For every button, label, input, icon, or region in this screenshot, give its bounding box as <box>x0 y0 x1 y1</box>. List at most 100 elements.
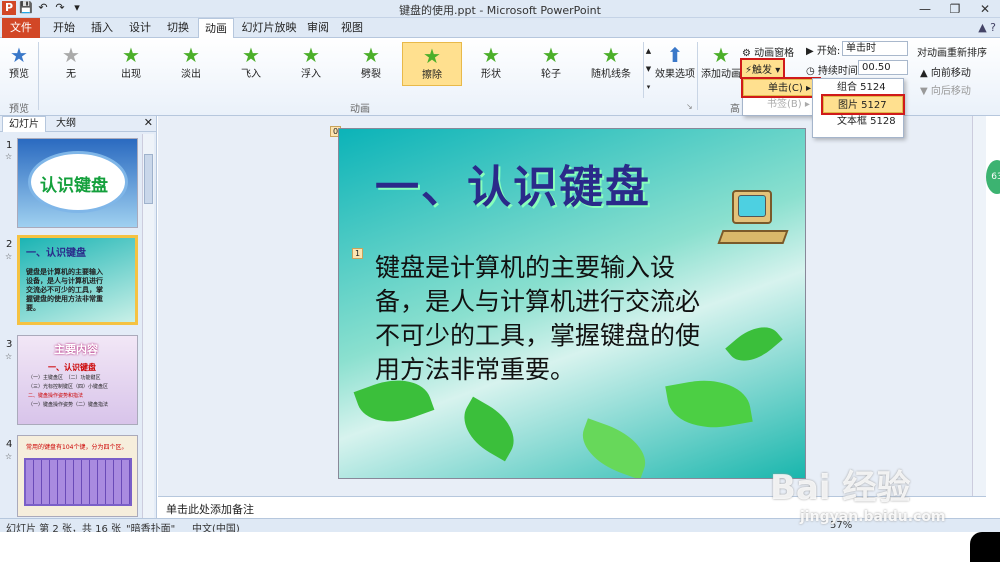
side-badge[interactable]: 63 <box>986 160 1000 194</box>
animation-random-bars[interactable]: ★ 随机线条 <box>583 42 639 86</box>
animation-fade[interactable]: ★ 淡出 <box>163 42 219 86</box>
add-animation-button[interactable]: ★ 添加动画 <box>701 42 741 86</box>
lightning-icon: ⚡ <box>745 65 753 76</box>
star-icon: ★ <box>62 43 80 67</box>
animation-wipe[interactable]: ★ 擦除 <box>402 42 462 86</box>
slide-number: 1 <box>6 140 13 151</box>
start-label: ▶ 开始: <box>806 46 841 57</box>
tab-animations[interactable]: 动画 <box>198 18 234 39</box>
minimize-icon[interactable]: — <box>910 0 940 18</box>
minimize-ribbon-icon[interactable]: ▲ <box>978 21 986 34</box>
slide-thumb-4[interactable]: 常用的键盘有104个键，分为四个区。 <box>17 435 138 517</box>
object-menu: 组合 5124 图片 5127 文本框 5128 <box>812 78 905 138</box>
tab-file[interactable]: 文件 <box>2 18 40 38</box>
animation-marker-icon: ☆ <box>5 252 13 261</box>
arrow-up-icon: ⬆ <box>666 43 684 67</box>
slide-count: 幻灯片 第 2 张，共 16 张 <box>6 524 121 532</box>
animation-marker-icon: ☆ <box>5 452 13 461</box>
menu-item-picture[interactable]: 图片 5127 <box>821 94 905 115</box>
animation-marker-icon: ☆ <box>5 152 13 161</box>
reorder-title: 对动画重新排序 <box>917 48 987 59</box>
animation-none[interactable]: ★ 无 <box>43 42 99 86</box>
animation-shape[interactable]: ★ 形状 <box>463 42 519 86</box>
scroll-thumb[interactable] <box>144 154 153 204</box>
tab-transitions[interactable]: 切换 <box>160 18 196 38</box>
duration-label: ◷ 持续时间: <box>806 66 862 77</box>
group-label-preview: 预览 <box>9 104 29 115</box>
slide-number: 4 <box>6 439 13 450</box>
animation-split[interactable]: ★ 劈裂 <box>343 42 399 86</box>
animation-wheel[interactable]: ★ 轮子 <box>523 42 579 86</box>
leaf-decoration <box>725 316 783 372</box>
restore-icon[interactable]: ❐ <box>940 0 970 18</box>
tab-home[interactable]: 开始 <box>46 18 82 38</box>
menu-item-bookmark[interactable]: 书签(B) ▸ <box>743 96 819 113</box>
canvas-scrollbar[interactable] <box>972 116 986 496</box>
window-title: 键盘的使用.ppt - Microsoft PowerPoint <box>399 4 601 17</box>
slide-canvas: 0 一、认识键盘 键盘是计算机的主要输入设备，是人与计算机进行交流必不可少的工具… <box>158 116 986 496</box>
tab-review[interactable]: 审阅 <box>302 18 334 38</box>
ribbon-tabs: 文件 开始 插入 设计 切换 动画 幻灯片放映 审阅 视图 ▲ ? <box>0 18 1000 39</box>
star-icon: ★ <box>182 43 200 67</box>
trigger-menu: 单击(C) ▸ 书签(B) ▸ <box>741 77 821 116</box>
divider <box>697 42 698 110</box>
star-icon: ★ <box>423 44 441 68</box>
leaf-decoration <box>574 418 654 478</box>
tab-insert[interactable]: 插入 <box>84 18 120 38</box>
corner-shape <box>970 532 1000 562</box>
current-slide[interactable]: 一、认识键盘 键盘是计算机的主要输入设备，是人与计算机进行交流必不可少的工具，掌… <box>338 128 806 479</box>
title-bar: P 💾 ↶ ↷ ▾ 键盘的使用.ppt - Microsoft PowerPoi… <box>0 0 1000 18</box>
move-later-button[interactable]: ▼ 向后移动 <box>920 82 971 97</box>
preview-star-icon: ★ <box>10 43 28 67</box>
tab-view[interactable]: 视图 <box>336 18 368 38</box>
keyboard-image <box>24 458 132 506</box>
language[interactable]: 中文(中国) <box>192 520 240 532</box>
close-icon[interactable]: ✕ <box>970 0 1000 18</box>
pane-icon: ⚙ <box>742 48 751 59</box>
bottom-strip <box>0 532 1000 562</box>
tab-slides[interactable]: 幻灯片 <box>2 116 46 132</box>
star-icon: ★ <box>362 43 380 67</box>
tab-slideshow[interactable]: 幻灯片放映 <box>238 18 300 38</box>
move-earlier-button[interactable]: ▲ 向前移动 <box>920 64 971 79</box>
slides-panel: 幻灯片 大纲 ✕ 1 ☆ 认识键盘 2 ☆ 一、认识键盘 键盘是计算机的主要输入… <box>0 116 157 519</box>
animation-appear[interactable]: ★ 出现 <box>103 42 159 86</box>
theme-name: "暗香扑面" <box>126 524 176 532</box>
slide-number: 2 <box>6 239 13 250</box>
computer-cartoon-image[interactable] <box>714 184 794 264</box>
star-icon: ★ <box>482 43 500 67</box>
animation-float-in[interactable]: ★ 浮入 <box>283 42 339 86</box>
star-icon: ★ <box>122 43 140 67</box>
slide-thumb-3[interactable]: 主要内容 一、认识键盘 （一）主键盘区 （二）功能键区 （三）光标控制键区（四）… <box>17 335 138 425</box>
menu-item-textbox[interactable]: 文本框 5128 <box>813 113 903 130</box>
menu-item-group[interactable]: 组合 5124 <box>813 79 903 96</box>
tab-design[interactable]: 设计 <box>122 18 158 38</box>
close-panel-icon[interactable]: ✕ <box>144 116 153 129</box>
slide-thumb-2[interactable]: 一、认识键盘 键盘是计算机的主要输入设备，是人与计算机进行交流必不可少的工具，掌… <box>17 235 138 325</box>
slide-title[interactable]: 一、认识键盘 <box>375 151 651 215</box>
menu-item-on-click[interactable]: 单击(C) ▸ <box>741 77 821 98</box>
dialog-launcher-icon[interactable]: ↘ <box>686 102 693 111</box>
animation-fly-in[interactable]: ★ 飞入 <box>223 42 279 86</box>
help-icon[interactable]: ? <box>990 21 996 34</box>
star-icon: ★ <box>542 43 560 67</box>
preview-button[interactable]: ★ 预览 <box>2 42 36 86</box>
trigger-button[interactable]: ⚡触发 ▾ <box>739 58 786 79</box>
divider <box>38 42 39 110</box>
slide-body-text[interactable]: 键盘是计算机的主要输入设备，是人与计算机进行交流必不可少的工具，掌握键盘的使用方… <box>375 251 705 387</box>
animation-marker[interactable]: 1 <box>352 248 364 259</box>
group-label-animation: 动画 <box>350 104 370 115</box>
animation-pane-button[interactable]: ⚙ 动画窗格 <box>742 44 794 59</box>
group-label-advanced: 高 <box>730 104 740 115</box>
duration-input[interactable]: 00.50 <box>858 60 908 75</box>
tab-outline[interactable]: 大纲 <box>50 116 82 132</box>
effect-options-button[interactable]: ⬆ 效果选项 <box>655 42 695 86</box>
star-icon: ★ <box>302 43 320 67</box>
start-select[interactable]: 单击时 <box>842 41 908 56</box>
slide-thumb-1[interactable]: 认识键盘 <box>17 138 138 228</box>
gallery-scroll[interactable]: ▲ ▼ ▾ <box>643 42 653 98</box>
slide-number: 3 <box>6 339 13 350</box>
panel-scrollbar[interactable] <box>142 134 154 518</box>
animation-marker-icon: ☆ <box>5 352 13 361</box>
star-icon: ★ <box>242 43 260 67</box>
